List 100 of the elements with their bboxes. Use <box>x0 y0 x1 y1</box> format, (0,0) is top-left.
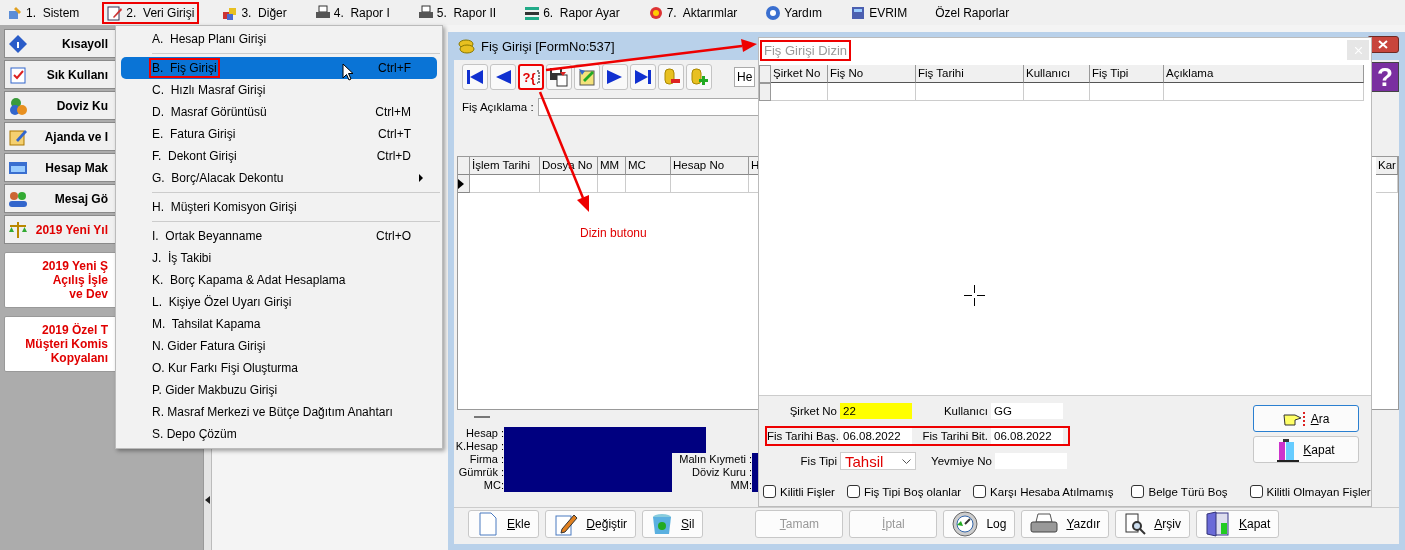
action-button[interactable]: Değiştir <box>545 510 637 538</box>
dialog-button[interactable]: Kapat <box>1253 436 1359 463</box>
field-label: Döviz Kuru : <box>691 466 752 479</box>
save-icon <box>549 67 569 87</box>
column-header[interactable]: Kullanıcı <box>1024 65 1090 83</box>
input-field[interactable]: 06.08.2022 <box>991 428 1063 444</box>
checkbox[interactable]: Kilitli Fişler <box>763 485 835 498</box>
checkbox[interactable]: Belge Türü Boş <box>1131 485 1228 498</box>
column-header[interactable]: İşlem Tarihi <box>470 157 540 175</box>
column-header[interactable]: Şirket No <box>771 65 828 83</box>
toolbar-button[interactable] <box>602 64 628 90</box>
action-button[interactable]: Ekle <box>468 510 540 538</box>
book-icon <box>850 4 867 21</box>
menu-item[interactable]: 1. Sistem <box>2 1 85 24</box>
chevron-icon <box>902 458 911 464</box>
field-label: Malın Kıymeti : <box>678 453 752 466</box>
column-header[interactable]: Açıklama <box>1164 65 1364 83</box>
menu-item[interactable]: 5. Rapor II <box>412 1 502 24</box>
checkbox[interactable]: Karşı Hesaba Atılmamış <box>973 485 1114 498</box>
description-field[interactable] <box>537 98 760 116</box>
annotation-label: Dizin butonu <box>580 226 647 240</box>
submenu-arrow-icon <box>419 174 423 182</box>
door-icon <box>1204 511 1231 537</box>
toolbar-button[interactable] <box>546 64 572 90</box>
menu-item[interactable]: 3. Diğer <box>217 1 292 24</box>
toolbar-button[interactable]: ?{ <box>518 64 544 90</box>
document-magnifier-icon <box>1124 513 1147 535</box>
column-header[interactable]: MM <box>598 157 626 175</box>
toolbar-button[interactable] <box>462 64 488 90</box>
printer-icon <box>314 4 331 21</box>
database-plus-icon <box>689 67 709 87</box>
action-button[interactable]: Yazdır <box>1021 510 1110 538</box>
database-minus-icon <box>661 67 681 87</box>
column-header[interactable]: Hesap No <box>671 157 749 175</box>
input-field[interactable]: GG <box>991 403 1063 419</box>
menu-item[interactable]: 2. Veri Girişi <box>102 1 200 24</box>
action-button[interactable]: Log <box>943 510 1016 538</box>
checklist-icon <box>8 64 28 85</box>
clock-icon <box>952 511 979 537</box>
menu-item[interactable]: 6. Rapor Ayar <box>519 1 625 24</box>
row-header-cell <box>759 65 771 83</box>
table-cell <box>470 175 540 193</box>
action-button[interactable]: Sil <box>642 510 704 538</box>
field-label: Fis Tarihi Bit. <box>921 430 989 442</box>
collapse-arrow-icon[interactable] <box>205 496 210 504</box>
toolbar-button[interactable] <box>630 64 656 90</box>
printer-icon <box>417 4 434 21</box>
table-cell <box>1024 83 1090 101</box>
menu-item[interactable]: 4. Rapor I <box>309 1 395 24</box>
toolbar-button[interactable] <box>490 64 516 90</box>
menu-item[interactable]: B. Fiş Girişi Ctrl+F <box>121 57 437 79</box>
table-cell <box>771 83 828 101</box>
recycle-bin-icon <box>651 512 674 536</box>
column-header[interactable]: MC <box>626 157 671 175</box>
first-record-icon <box>466 69 484 85</box>
checkbox[interactable]: Kilitli Olmayan Fişler <box>1249 485 1371 498</box>
coins-icon <box>458 38 476 54</box>
menu-item[interactable]: 7. Aktarımlar <box>642 1 743 24</box>
input-field[interactable]: 06.08.2022 <box>840 428 912 444</box>
row-selector[interactable] <box>458 175 470 193</box>
combo-field[interactable]: He <box>734 67 756 87</box>
help-button[interactable]: ? <box>1371 62 1399 92</box>
value-field <box>672 427 706 453</box>
next-icon <box>606 69 624 85</box>
checkbox[interactable]: Fiş Tipi Boş olanlar <box>846 485 962 498</box>
field-label: K.Hesap : <box>454 440 504 453</box>
scales-icon <box>8 219 28 240</box>
menu-item[interactable]: R. Masraf Merkezi ve Bütçe Dağıtım Anahtarı <box>121 401 437 423</box>
column-header[interactable]: Fiş No <box>828 65 916 83</box>
column-header[interactable]: Kar <box>1376 157 1398 175</box>
menu-item[interactable]: P. Gider Makbuzu Girişi <box>121 379 437 401</box>
table-cell <box>1376 175 1398 193</box>
table-cell <box>540 175 598 193</box>
column-header[interactable]: Fiş Tarihi <box>916 65 1024 83</box>
info-icon <box>8 33 28 54</box>
dotted-bracket-icon <box>535 70 540 84</box>
table-cell <box>598 175 626 193</box>
field-label: MC: <box>482 479 504 492</box>
stack-icon <box>524 4 541 21</box>
action-button[interactable]: Arşiv <box>1115 510 1190 538</box>
close-icon <box>1378 39 1388 49</box>
last-record-icon <box>634 69 652 85</box>
crosshair-cursor-icon <box>964 285 985 306</box>
tools-icon <box>7 4 23 21</box>
menu-item[interactable]: Yardım <box>760 1 828 24</box>
field-label: Fiş Açıklama : <box>462 101 534 113</box>
action-button[interactable]: Kapat <box>1195 510 1280 538</box>
field-label: Hesap : <box>465 427 504 440</box>
edit-icon <box>577 67 597 87</box>
column-header[interactable]: Fiş Tipi <box>1090 65 1164 83</box>
gear-icon <box>647 4 664 21</box>
input-field[interactable]: 22 <box>840 403 912 419</box>
exit-door-icon <box>1277 437 1300 462</box>
menu-item[interactable]: EVRIM <box>845 1 913 24</box>
field-label: Kullanıcı <box>942 405 989 417</box>
menu-item[interactable]: Özel Raporlar <box>930 2 1015 23</box>
type-dropdown[interactable]: Tahsil <box>840 452 916 470</box>
table-cell <box>626 175 671 193</box>
menu-item[interactable]: S. Depo Çözüm <box>121 423 437 445</box>
dialog-button[interactable]: Ara <box>1253 405 1359 432</box>
